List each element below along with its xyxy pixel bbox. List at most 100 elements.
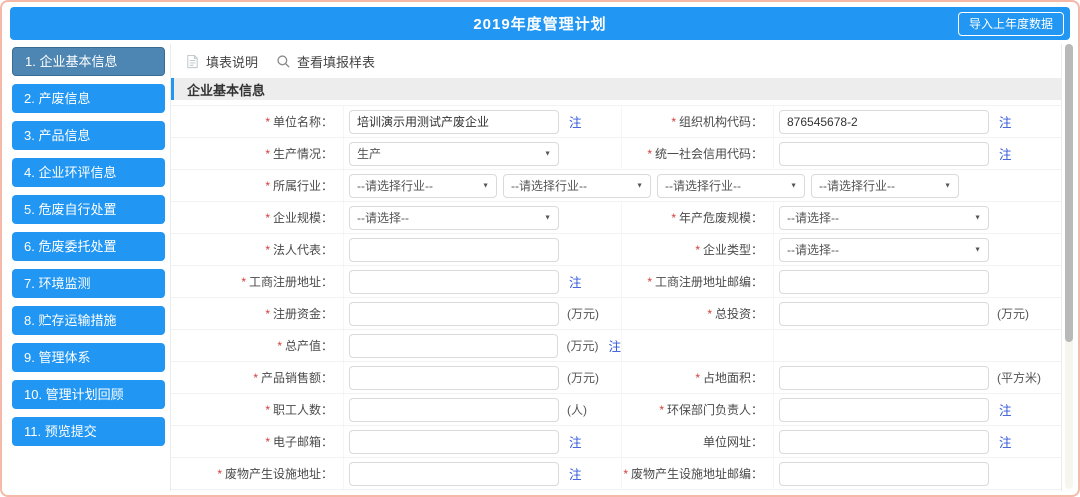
waste-facility-address-note-link[interactable]: 注 bbox=[569, 464, 582, 483]
industry-select-4[interactable]: --请选择行业-- bbox=[811, 174, 959, 198]
production-status-select-wrap: 生产▼ bbox=[349, 142, 559, 166]
waste-facility-address-input[interactable] bbox=[349, 462, 559, 486]
view-sample-label: 查看填报样表 bbox=[297, 52, 375, 71]
total-investment-input[interactable] bbox=[779, 302, 989, 326]
sidebar-item-10[interactable]: 10. 管理计划回顾 bbox=[12, 380, 165, 409]
total-investment-unit-label: (万元) bbox=[997, 305, 1029, 322]
unit-name-field-cell: 注 bbox=[343, 106, 621, 137]
env-dept-head-input[interactable] bbox=[779, 398, 989, 422]
production-status-select[interactable]: 生产 bbox=[349, 142, 559, 166]
email-label-cell: *电子邮箱： bbox=[171, 426, 343, 457]
annual-hazwaste-scale-label-cell: *年产危废规模： bbox=[621, 202, 773, 233]
industry-field-cell: --请选择行业--▼--请选择行业--▼--请选择行业--▼--请选择行业--▼ bbox=[343, 170, 1061, 201]
sidebar-item-3[interactable]: 3. 产品信息 bbox=[12, 121, 165, 150]
form-row-10: *职工人数：(人)*环保部门负责人：注 bbox=[171, 394, 1061, 426]
env-dept-head-note-link[interactable]: 注 bbox=[999, 400, 1012, 419]
sidebar: 1. 企业基本信息 2. 产废信息 3. 产品信息 4. 企业环评信息 5. 危废自行处… bbox=[12, 47, 165, 454]
employee-count-unit-label: (人) bbox=[567, 401, 587, 418]
sidebar-item-8[interactable]: 8. 贮存运输措施 bbox=[12, 306, 165, 335]
employee-count-input[interactable] bbox=[349, 398, 559, 422]
land-area-unit-label: (平方米) bbox=[997, 369, 1041, 386]
scrollbar-thumb[interactable] bbox=[1065, 44, 1073, 342]
industry-select-3[interactable]: --请选择行业-- bbox=[657, 174, 805, 198]
env-dept-head-label-cell: *环保部门负责人： bbox=[621, 394, 773, 425]
registered-capital-field-cell: (万元) bbox=[343, 298, 621, 329]
total-output-value-input[interactable] bbox=[349, 334, 558, 358]
required-asterisk: * bbox=[265, 115, 270, 129]
website-input[interactable] bbox=[779, 430, 989, 454]
enterprise-type-select[interactable]: --请选择-- bbox=[779, 238, 989, 262]
sidebar-item-6[interactable]: 6. 危废委托处置 bbox=[12, 232, 165, 261]
form-table: *单位名称：注*组织机构代码：注*生产情况：生产▼*统一社会信用代码：注*所属行… bbox=[171, 105, 1061, 490]
org-code-note-link[interactable]: 注 bbox=[999, 112, 1012, 131]
fill-instructions-button[interactable]: 填表说明 bbox=[185, 52, 258, 71]
employee-count-field-cell: (人) bbox=[343, 394, 621, 425]
sidebar-item-9[interactable]: 9. 管理体系 bbox=[12, 343, 165, 372]
waste-facility-address-field-cell: 注 bbox=[343, 458, 621, 489]
unit-name-note-link[interactable]: 注 bbox=[569, 112, 582, 131]
import-last-year-button[interactable]: 导入上年度数据 bbox=[958, 12, 1064, 36]
annual-hazwaste-scale-field-cell: --请选择--▼ bbox=[773, 202, 1061, 233]
industry-label-cell: *所属行业： bbox=[171, 170, 343, 201]
sidebar-item-2[interactable]: 2. 产废信息 bbox=[12, 84, 165, 113]
social-credit-code-input[interactable] bbox=[779, 142, 989, 166]
industry-select-2[interactable]: --请选择行业-- bbox=[503, 174, 651, 198]
org-code-label: 组织机构代码： bbox=[679, 113, 763, 130]
email-label: 电子邮箱： bbox=[273, 433, 333, 450]
land-area-input[interactable] bbox=[779, 366, 989, 390]
website-note-link[interactable]: 注 bbox=[999, 432, 1012, 451]
legal-representative-label: 法人代表： bbox=[273, 241, 333, 258]
total-investment-label-cell: *总投资： bbox=[621, 298, 773, 329]
business-reg-address-note-link[interactable]: 注 bbox=[569, 272, 582, 291]
email-note-link[interactable]: 注 bbox=[569, 432, 582, 451]
required-asterisk: * bbox=[217, 467, 222, 481]
waste-facility-postcode-input[interactable] bbox=[779, 462, 989, 486]
org-code-input[interactable] bbox=[779, 110, 989, 134]
product-sales-input[interactable] bbox=[349, 366, 559, 390]
env-dept-head-field-cell: 注 bbox=[773, 394, 1061, 425]
sidebar-item-11[interactable]: 11. 预览提交 bbox=[12, 417, 165, 446]
enterprise-type-field-cell: --请选择--▼ bbox=[773, 234, 1061, 265]
production-status-label-cell: *生产情况： bbox=[171, 138, 343, 169]
legal-representative-input[interactable] bbox=[349, 238, 559, 262]
unit-name-input[interactable] bbox=[349, 110, 559, 134]
product-sales-label: 产品销售额： bbox=[261, 369, 333, 386]
business-reg-postcode-label-cell: *工商注册地址邮编： bbox=[621, 266, 773, 297]
enterprise-scale-field-cell: --请选择--▼ bbox=[343, 202, 621, 233]
total-output-value-unit-label: (万元) bbox=[566, 337, 598, 354]
view-sample-button[interactable]: 查看填报样表 bbox=[276, 52, 375, 71]
required-asterisk: * bbox=[265, 435, 270, 449]
email-input[interactable] bbox=[349, 430, 559, 454]
business-reg-postcode-input[interactable] bbox=[779, 270, 989, 294]
enterprise-scale-select-wrap: --请选择--▼ bbox=[349, 206, 559, 230]
sidebar-item-4[interactable]: 4. 企业环评信息 bbox=[12, 158, 165, 187]
annual-hazwaste-scale-select[interactable]: --请选择-- bbox=[779, 206, 989, 230]
registered-capital-label-cell: *注册资金： bbox=[171, 298, 343, 329]
enterprise-type-label: 企业类型： bbox=[703, 241, 763, 258]
form-row-11: *电子邮箱：注单位网址：注 bbox=[171, 426, 1061, 458]
registered-capital-input[interactable] bbox=[349, 302, 559, 326]
enterprise-scale-select[interactable]: --请选择-- bbox=[349, 206, 559, 230]
total-output-value-note-link[interactable]: 注 bbox=[608, 336, 621, 355]
product-sales-unit-label: (万元) bbox=[567, 369, 599, 386]
sidebar-item-7[interactable]: 7. 环境监测 bbox=[12, 269, 165, 298]
social-credit-code-label: 统一社会信用代码： bbox=[655, 145, 763, 162]
unit-name-label: 单位名称： bbox=[273, 113, 333, 130]
registered-capital-unit-label: (万元) bbox=[567, 305, 599, 322]
business-reg-postcode-field-cell bbox=[773, 266, 1061, 297]
social-credit-code-note-link[interactable]: 注 bbox=[999, 144, 1012, 163]
industry-select-2-wrap: --请选择行业--▼ bbox=[503, 174, 651, 198]
sidebar-item-5[interactable]: 5. 危废自行处置 bbox=[12, 195, 165, 224]
empty-field-cell bbox=[773, 330, 1061, 361]
business-reg-address-input[interactable] bbox=[349, 270, 559, 294]
total-output-value-field-cell: (万元) 注 bbox=[343, 330, 621, 361]
email-field-cell: 注 bbox=[343, 426, 621, 457]
product-sales-field-cell: (万元) bbox=[343, 362, 621, 393]
total-output-value-label-cell: *总产值： bbox=[171, 330, 343, 361]
industry-select-1[interactable]: --请选择行业-- bbox=[349, 174, 497, 198]
form-row-5: *法人代表：*企业类型：--请选择--▼ bbox=[171, 234, 1061, 266]
section-accent-bar bbox=[171, 78, 174, 100]
required-asterisk: * bbox=[647, 147, 652, 161]
scrollbar[interactable] bbox=[1065, 44, 1073, 489]
sidebar-item-1[interactable]: 1. 企业基本信息 bbox=[12, 47, 165, 76]
